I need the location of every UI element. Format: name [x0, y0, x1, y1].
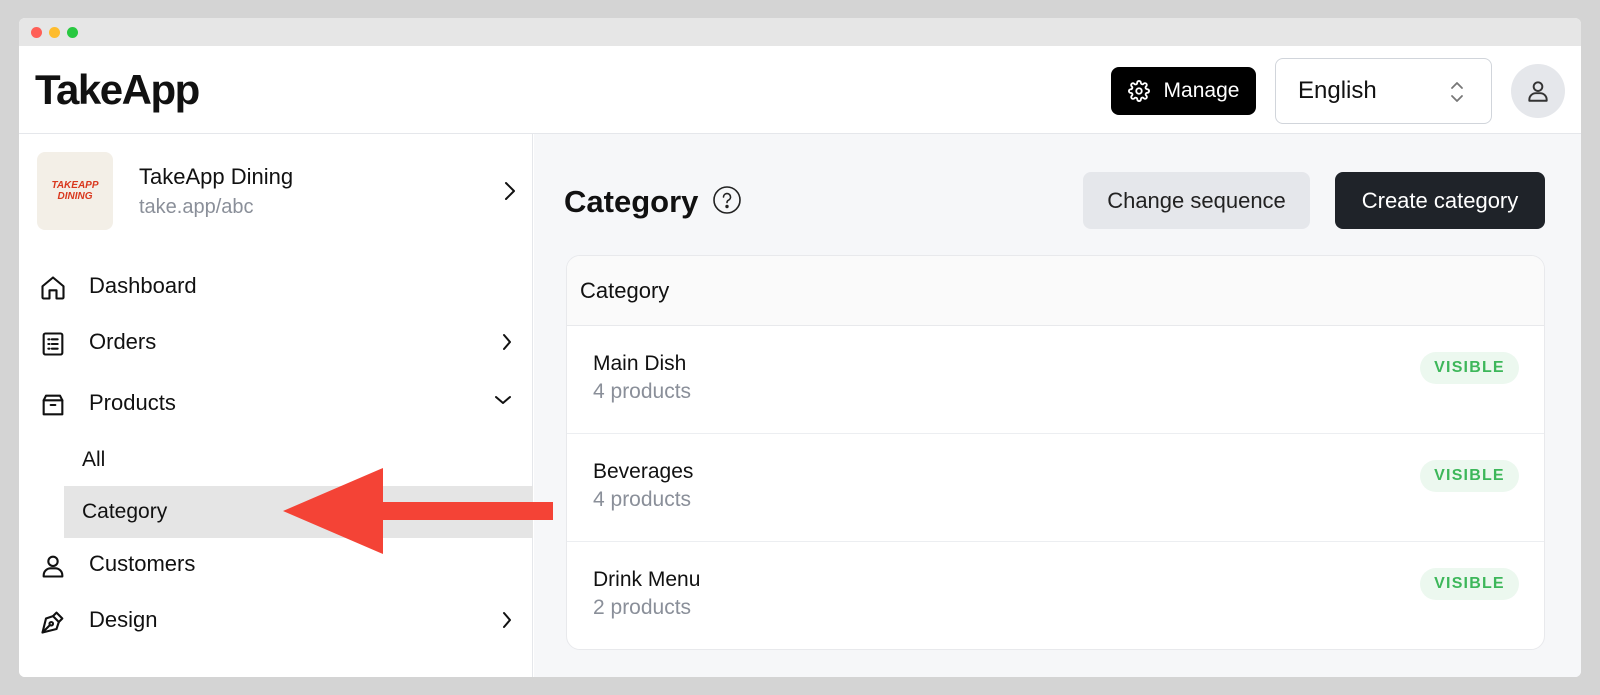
- sidebar-item-orders[interactable]: Orders: [19, 318, 533, 366]
- home-icon: [41, 276, 65, 300]
- change-sequence-button[interactable]: Change sequence: [1083, 172, 1310, 229]
- sidebar-subitem-all[interactable]: All: [64, 434, 533, 486]
- chevron-right-icon: [503, 612, 511, 628]
- sidebar-item-products[interactable]: Products: [19, 379, 533, 427]
- sidebar-item-customers[interactable]: Customers: [19, 540, 533, 588]
- minimize-window-button[interactable]: [49, 27, 60, 38]
- category-name: Main Dish: [593, 352, 687, 375]
- main-content: Category Change sequence Create category…: [534, 134, 1581, 677]
- help-icon[interactable]: [712, 185, 742, 215]
- app-window: TakeApp Manage English TAKEAPP DINING Ta…: [19, 18, 1581, 677]
- chevron-right-icon: [503, 334, 511, 350]
- product-count: 2 products: [593, 596, 692, 619]
- status-badge: VISIBLE: [1420, 352, 1519, 384]
- category-name: Drink Menu: [593, 568, 701, 591]
- chevron-right-icon: [505, 182, 515, 200]
- close-window-button[interactable]: [31, 27, 42, 38]
- chevron-up-down-icon: [1451, 82, 1463, 102]
- sidebar: TAKEAPP DINING TakeApp Dining take.app/a…: [19, 134, 533, 677]
- status-badge: VISIBLE: [1420, 568, 1519, 600]
- product-count: 4 products: [593, 488, 692, 511]
- sidebar-item-label: Design: [89, 607, 158, 632]
- user-icon: [42, 555, 64, 578]
- language-select[interactable]: English: [1275, 58, 1492, 124]
- table-header: Category: [567, 256, 1544, 326]
- store-switcher[interactable]: TAKEAPP DINING TakeApp Dining take.app/a…: [37, 152, 517, 230]
- sidebar-item-label: Products: [89, 390, 176, 415]
- store-logo: TAKEAPP DINING: [37, 152, 113, 230]
- sidebar-subitem-category[interactable]: Category: [64, 486, 533, 538]
- table-row[interactable]: Drink Menu 2 products VISIBLE: [567, 542, 1544, 649]
- store-name: TakeApp Dining: [139, 164, 294, 189]
- page-title: Category: [564, 184, 699, 219]
- store-logo-text: TAKEAPP: [51, 180, 99, 191]
- category-table: Category Main Dish 4 products VISIBLE Be…: [566, 255, 1545, 650]
- create-category-button[interactable]: Create category: [1335, 172, 1545, 229]
- orders-icon: [42, 332, 64, 356]
- manage-button[interactable]: Manage: [1111, 67, 1256, 115]
- top-header: TakeApp Manage English: [19, 46, 1581, 134]
- title-bar: [19, 18, 1581, 46]
- status-badge: VISIBLE: [1420, 460, 1519, 492]
- maximize-window-button[interactable]: [67, 27, 78, 38]
- table-row[interactable]: Beverages 4 products VISIBLE: [567, 434, 1544, 542]
- sidebar-item-label: Orders: [89, 329, 157, 354]
- product-count: 4 products: [593, 380, 692, 403]
- manage-button-label: Manage: [1163, 79, 1240, 102]
- store-url: take.app/abc: [139, 196, 254, 218]
- sidebar-item-label: Customers: [89, 551, 196, 576]
- app-logo[interactable]: TakeApp: [35, 66, 200, 114]
- store-logo-subtext: DINING: [57, 191, 93, 202]
- sidebar-item-dashboard[interactable]: Dashboard: [19, 262, 533, 310]
- chevron-down-icon: [495, 396, 511, 404]
- gear-icon: [1127, 80, 1150, 102]
- sidebar-item-design[interactable]: Design: [19, 596, 533, 644]
- category-name: Beverages: [593, 460, 694, 483]
- user-icon: [1528, 81, 1548, 102]
- user-avatar-button[interactable]: [1511, 64, 1565, 118]
- box-icon: [42, 394, 64, 416]
- table-row[interactable]: Main Dish 4 products VISIBLE: [567, 326, 1544, 434]
- pen-icon: [41, 611, 64, 634]
- language-select-value: English: [1298, 77, 1377, 104]
- sidebar-item-label: Dashboard: [89, 273, 197, 298]
